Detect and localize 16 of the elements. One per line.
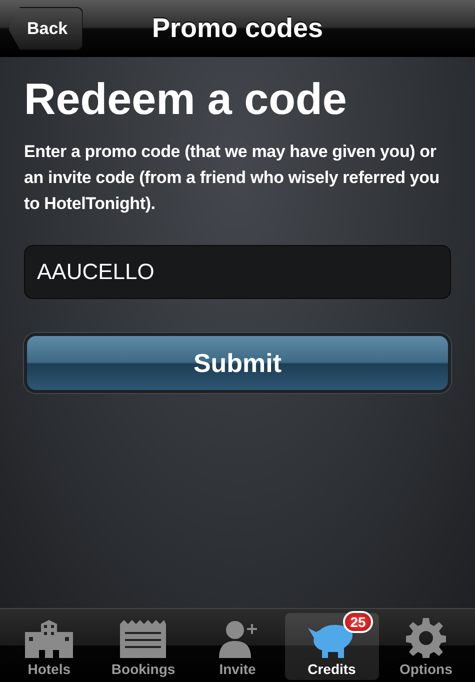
tab-bar-item[interactable]: Invite	[190, 613, 285, 680]
receipt-icon	[120, 620, 166, 658]
code-input-field[interactable]: AAUCELLO	[24, 245, 451, 299]
gear-icon	[406, 618, 446, 658]
tab-bar-item[interactable]: Hotels	[2, 613, 96, 680]
count-badge: 25	[343, 611, 373, 633]
submit-button[interactable]: Submit	[24, 333, 451, 393]
description-text: Enter a promo code (that we may have given you) or an invite code (from a friend who wisely referred you to HotelTonight).	[24, 141, 440, 215]
person-add-icon	[216, 620, 258, 658]
tab-bar-item[interactable]: Bookings	[96, 613, 190, 680]
page-heading: Redeem a code	[24, 75, 348, 125]
tab-bar-item[interactable]: Options	[378, 613, 474, 680]
tab-bar-item[interactable]: Credits 25	[284, 613, 379, 680]
screen-title: Promo codes	[152, 12, 324, 44]
building-icon	[23, 620, 76, 658]
back-button[interactable]: Back	[8, 7, 83, 50]
